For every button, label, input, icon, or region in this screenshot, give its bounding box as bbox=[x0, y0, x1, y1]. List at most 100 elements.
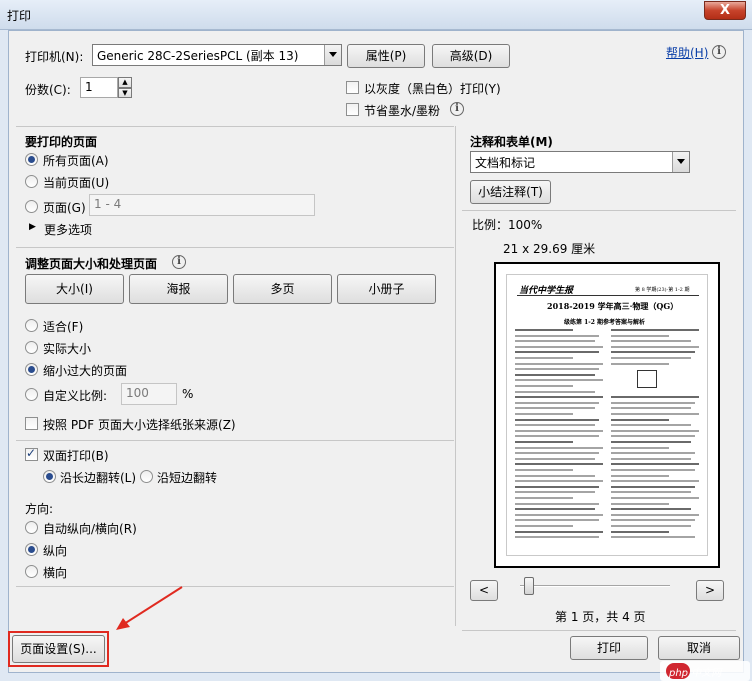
auto-orientation-label: 自动纵向/横向(R) bbox=[43, 522, 137, 536]
page-slider-thumb[interactable] bbox=[524, 577, 534, 595]
preview-text-line bbox=[611, 474, 669, 477]
preview-text-line bbox=[515, 513, 603, 516]
divider bbox=[16, 247, 454, 248]
fit-radio[interactable] bbox=[25, 319, 38, 332]
divider bbox=[462, 630, 736, 631]
preview-text-line bbox=[611, 396, 699, 399]
pages-heading: 要打印的页面 bbox=[25, 135, 98, 149]
custom-scale-radio[interactable] bbox=[25, 388, 38, 401]
custom-scale-input[interactable]: 100 bbox=[121, 383, 177, 405]
help-info-icon[interactable]: i bbox=[712, 45, 726, 59]
printer-select-value: Generic 28C-2SeriesPCL (副本 13) bbox=[97, 49, 299, 63]
preview-text-line bbox=[515, 424, 595, 427]
preview-text-line bbox=[611, 424, 691, 427]
preview-text-line bbox=[515, 525, 573, 527]
long-edge-radio[interactable] bbox=[43, 470, 56, 483]
preview-text-line bbox=[515, 413, 573, 415]
properties-button[interactable]: 属性(P) bbox=[347, 44, 425, 68]
preview-text-line bbox=[611, 429, 699, 432]
printer-select[interactable]: Generic 28C-2SeriesPCL (副本 13) bbox=[92, 44, 342, 66]
copies-input[interactable]: 1 bbox=[80, 77, 118, 98]
preview-text-line bbox=[611, 340, 691, 343]
preview-rule bbox=[517, 295, 699, 296]
preview-text-line bbox=[611, 502, 669, 505]
current-page-radio[interactable] bbox=[25, 175, 38, 188]
divider bbox=[455, 126, 456, 626]
actual-size-label: 实际大小 bbox=[43, 342, 92, 356]
help-link[interactable]: 帮助(H) bbox=[666, 44, 708, 61]
expand-triangle-icon[interactable]: ▶ bbox=[29, 222, 36, 232]
summarize-comments-button[interactable]: 小结注释(T) bbox=[470, 180, 551, 204]
more-options-link[interactable]: 更多选项 bbox=[44, 221, 92, 238]
all-pages-radio[interactable] bbox=[25, 153, 38, 166]
preview-text-line bbox=[515, 357, 573, 359]
scale-readout: 比例：100% bbox=[472, 218, 543, 232]
landscape-label: 横向 bbox=[43, 566, 68, 580]
preview-text-line bbox=[611, 519, 695, 522]
preview-text-line bbox=[611, 357, 691, 359]
prev-page-button[interactable]: < bbox=[470, 580, 498, 601]
poster-button[interactable]: 海报 bbox=[129, 274, 228, 304]
page-range-radio[interactable] bbox=[25, 200, 38, 213]
preview-text-line bbox=[515, 530, 603, 533]
page-range-input[interactable]: 1 - 4 bbox=[89, 194, 315, 216]
short-edge-radio[interactable] bbox=[140, 470, 153, 483]
auto-orientation-radio[interactable] bbox=[25, 521, 38, 534]
preview-text-line bbox=[515, 435, 599, 438]
preview-text-line bbox=[515, 345, 603, 348]
fit-label: 适合(F) bbox=[43, 320, 84, 334]
size-button[interactable]: 大小(I) bbox=[25, 274, 124, 304]
copies-down-icon[interactable]: ▼ bbox=[118, 88, 132, 98]
preview-text-line bbox=[515, 407, 595, 410]
chevron-down-icon bbox=[672, 152, 689, 172]
all-pages-label: 所有页面(A) bbox=[43, 154, 109, 168]
preview-text-line bbox=[611, 457, 691, 460]
preview-text-line bbox=[611, 435, 695, 438]
save-ink-info-icon[interactable]: i bbox=[450, 102, 464, 116]
multiple-button[interactable]: 多页 bbox=[233, 274, 332, 304]
preview-text-line bbox=[515, 396, 603, 399]
cancel-button[interactable]: 取消 bbox=[658, 636, 740, 660]
preview-text-line bbox=[515, 351, 599, 354]
preview-text-line bbox=[515, 502, 599, 505]
shrink-radio[interactable] bbox=[25, 363, 38, 376]
preview-text-line bbox=[611, 329, 699, 331]
preview-text-line bbox=[611, 491, 691, 494]
preview-text-line bbox=[611, 485, 695, 488]
preview-text-line bbox=[515, 457, 595, 460]
preview-text-line bbox=[515, 340, 595, 343]
save-ink-checkbox[interactable] bbox=[346, 103, 359, 116]
preview-figure bbox=[637, 370, 657, 388]
copies-up-icon[interactable]: ▲ bbox=[118, 77, 132, 88]
divider bbox=[16, 126, 454, 127]
comments-select-value: 文档和标记 bbox=[475, 156, 536, 170]
booklet-button[interactable]: 小册子 bbox=[337, 274, 436, 304]
preview-text-line bbox=[515, 379, 603, 382]
preview-text-line bbox=[515, 362, 603, 365]
preview-text-line bbox=[611, 334, 669, 337]
preview-text-line bbox=[611, 441, 691, 443]
pdf-source-checkbox[interactable] bbox=[25, 417, 38, 430]
landscape-radio[interactable] bbox=[25, 565, 38, 578]
sizing-info-icon[interactable]: i bbox=[172, 255, 186, 269]
preview-text-line bbox=[611, 508, 691, 511]
chevron-down-icon bbox=[324, 45, 341, 65]
duplex-checkbox[interactable] bbox=[25, 446, 38, 461]
close-button[interactable]: X bbox=[704, 1, 746, 20]
next-page-button[interactable]: > bbox=[696, 580, 724, 601]
preview-text-line bbox=[611, 351, 695, 354]
duplex-label: 双面打印(B) bbox=[43, 449, 109, 463]
divider bbox=[16, 586, 454, 587]
page-slider-track[interactable] bbox=[520, 585, 670, 587]
comments-select[interactable]: 文档和标记 bbox=[470, 151, 690, 173]
grayscale-checkbox[interactable] bbox=[346, 81, 359, 94]
preview-text-line bbox=[515, 429, 603, 432]
preview-text-line bbox=[611, 345, 699, 348]
portrait-radio[interactable] bbox=[25, 543, 38, 556]
preview-text-line bbox=[515, 390, 595, 393]
actual-size-radio[interactable] bbox=[25, 341, 38, 354]
custom-scale-label: 自定义比例: bbox=[43, 389, 108, 403]
print-button[interactable]: 打印 bbox=[570, 636, 648, 660]
preview-text-line bbox=[515, 474, 595, 477]
advanced-button[interactable]: 高级(D) bbox=[432, 44, 510, 68]
